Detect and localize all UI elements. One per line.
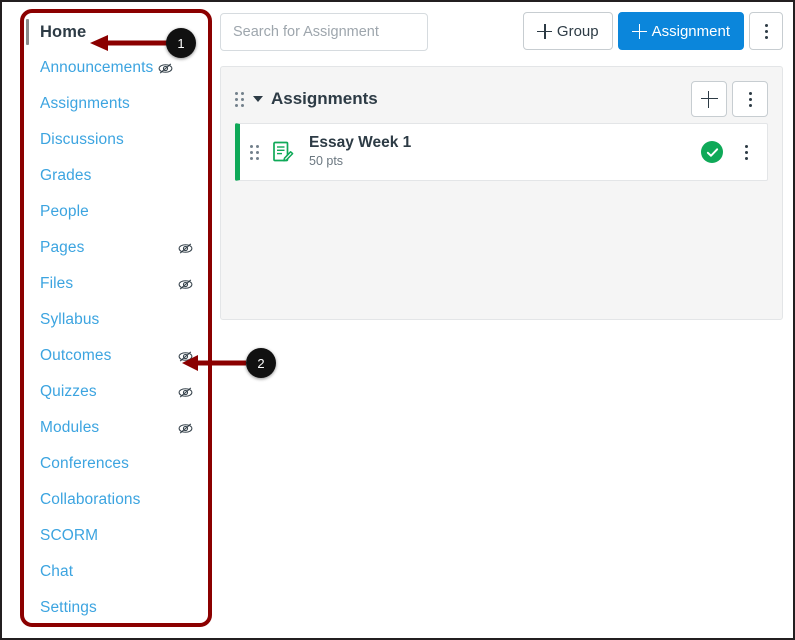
sidebar-item-settings[interactable]: Settings — [24, 590, 208, 626]
annotation-badge-1: 1 — [166, 28, 196, 58]
check-circle-icon[interactable] — [701, 141, 723, 163]
sidebar-item-label: Pages — [40, 239, 85, 256]
assignments-more-options-button[interactable] — [749, 12, 783, 50]
assignment-title: Essay Week 1 — [309, 134, 412, 152]
eye-slash-icon[interactable] — [177, 384, 194, 401]
assignment-group-title: Assignments — [271, 89, 378, 108]
sidebar-item-conferences[interactable]: Conferences — [24, 446, 208, 482]
sidebar-item-label: Quizzes — [40, 383, 97, 400]
assignment-icon — [273, 141, 294, 162]
sidebar-item-scorm[interactable]: SCORM — [24, 518, 208, 554]
caret-down-icon[interactable] — [253, 96, 263, 102]
assignment-group-header: Assignments — [235, 79, 768, 119]
sidebar-item-label: Syllabus — [40, 311, 100, 328]
sidebar-item-people[interactable]: People — [24, 194, 208, 230]
search-input[interactable] — [220, 13, 428, 51]
assignment-row[interactable]: Essay Week 1 50 pts — [235, 123, 768, 181]
sidebar-item-label: Grades — [40, 167, 92, 184]
eye-slash-icon[interactable] — [177, 276, 194, 293]
eye-slash-icon[interactable] — [177, 420, 194, 437]
sidebar-item-pages[interactable]: Pages — [24, 230, 208, 266]
drag-handle-icon[interactable] — [235, 91, 244, 107]
eye-slash-icon[interactable] — [177, 348, 194, 365]
sidebar-item-label: Files — [40, 275, 74, 292]
check-glyph — [706, 147, 718, 157]
sidebar-item-modules[interactable]: Modules — [24, 410, 208, 446]
assignment-more-button[interactable] — [739, 143, 753, 161]
sidebar-item-label: Conferences — [40, 455, 129, 472]
sidebar-item-syllabus[interactable]: Syllabus — [24, 302, 208, 338]
drag-handle-icon[interactable] — [250, 144, 259, 160]
add-assignment-button[interactable]: Assignment — [617, 12, 744, 50]
plus-icon — [700, 90, 718, 108]
add-group-button[interactable]: Group — [522, 12, 613, 50]
sidebar-item-outcomes[interactable]: Outcomes — [24, 338, 208, 374]
add-assignment-label: Assignment — [651, 22, 730, 40]
sidebar-item-label: Collaborations — [40, 491, 141, 508]
course-navigation-sidebar: Home Announcements Assignments Discussions G… — [24, 14, 208, 626]
kebab-menu-icon — [759, 22, 773, 40]
sidebar-item-quizzes[interactable]: Quizzes — [24, 374, 208, 410]
assignment-group-actions — [691, 81, 768, 117]
assignment-group-panel: Assignments Essay Week 1 50 pts — [220, 66, 783, 320]
sidebar-item-label: People — [40, 203, 89, 220]
sidebar-item-label: Modules — [40, 419, 100, 436]
sidebar-item-label: Chat — [40, 563, 74, 580]
assignments-main-content: Group Assignment Assignments — [220, 12, 783, 628]
annotation-badge-2: 2 — [246, 348, 276, 378]
plus-icon — [536, 23, 552, 39]
assignments-toolbar: Group Assignment — [220, 12, 783, 52]
eye-slash-icon[interactable] — [177, 240, 194, 257]
sidebar-item-files[interactable]: Files — [24, 266, 208, 302]
sidebar-item-label: Announcements — [40, 59, 154, 76]
sidebar-item-label: SCORM — [40, 527, 99, 544]
sidebar-item-label: Assignments — [40, 95, 130, 112]
eye-slash-icon[interactable] — [157, 60, 174, 77]
toolbar-actions: Group Assignment — [522, 12, 783, 50]
sidebar-item-label: Outcomes — [40, 347, 112, 364]
sidebar-item-label: Settings — [40, 599, 97, 616]
plus-icon — [631, 23, 647, 39]
add-assignment-to-group-button[interactable] — [691, 81, 727, 117]
assignment-points: 50 pts — [309, 154, 344, 169]
add-group-label: Group — [556, 22, 599, 40]
sidebar-item-collaborations[interactable]: Collaborations — [24, 482, 208, 518]
sidebar-item-discussions[interactable]: Discussions — [24, 122, 208, 158]
sidebar-item-assignments[interactable]: Assignments — [24, 86, 208, 122]
assignment-info: Essay Week 1 50 pts — [309, 133, 701, 171]
sidebar-item-grades[interactable]: Grades — [24, 158, 208, 194]
sidebar-item-chat[interactable]: Chat — [24, 554, 208, 590]
assignment-group-more-button[interactable] — [732, 81, 768, 117]
sidebar-item-label: Discussions — [40, 131, 124, 148]
screenshot-root: Home Announcements Assignments Discussions G… — [0, 0, 795, 640]
kebab-menu-icon — [743, 90, 757, 108]
